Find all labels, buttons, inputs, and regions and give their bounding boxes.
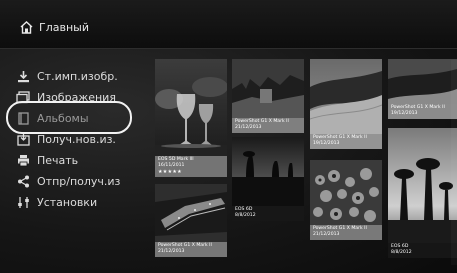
album-caption: PowerShot G1 X Mark II 19/12/2013 bbox=[310, 134, 382, 149]
settings-icon bbox=[16, 195, 30, 209]
album-tile[interactable]: PowerShot G1 X Mark II 19/12/2013 bbox=[388, 59, 457, 119]
album-caption: EOS 6D 8/8/2012 bbox=[388, 243, 457, 258]
album-date: 21/12/2013 bbox=[235, 125, 262, 130]
album-date: 8/8/2012 bbox=[391, 250, 412, 255]
album-caption: PowerShot G1 X Mark II 21/12/2013 bbox=[310, 225, 382, 240]
header-bar: Главный bbox=[0, 0, 457, 49]
menu-item-import[interactable]: Ст.имп.изобр. bbox=[16, 66, 136, 86]
album-tile[interactable]: PowerShot G1 X Mark II 21/12/2013 bbox=[155, 184, 227, 257]
menu-item-share[interactable]: Отпр/получ.из bbox=[16, 171, 136, 191]
grid-scroll-edge bbox=[451, 60, 457, 265]
album-date: 19/12/2013 bbox=[391, 111, 418, 116]
album-date: 8/8/2012 bbox=[235, 213, 256, 218]
menu-item-print[interactable]: Печать bbox=[16, 150, 136, 170]
receive-icon bbox=[16, 132, 30, 146]
page-title: Главный bbox=[39, 21, 89, 34]
album-tile[interactable]: PowerShot G1 X Mark II 19/12/2013 bbox=[310, 59, 382, 149]
album-caption: EOS 5D Mark III 16/11/2011 ★★★★★ bbox=[155, 156, 227, 177]
album-tile[interactable]: EOS 6D 8/8/2012 bbox=[232, 137, 304, 221]
album-caption: PowerShot G1 X Mark II 21/12/2013 bbox=[232, 118, 304, 133]
album-rating: ★★★★★ bbox=[158, 169, 182, 175]
album-tile[interactable]: EOS 6D 8/8/2012 bbox=[388, 128, 457, 258]
album-caption: PowerShot G1 X Mark II 19/12/2013 bbox=[388, 104, 457, 119]
album-tile[interactable]: PowerShot G1 X Mark II 21/12/2013 bbox=[232, 59, 304, 133]
album-date: 21/12/2013 bbox=[158, 249, 185, 254]
album-tile[interactable]: EOS 5D Mark III 16/11/2011 ★★★★★ bbox=[155, 59, 227, 177]
home-icon[interactable] bbox=[20, 21, 33, 34]
album-caption: EOS 6D 8/8/2012 bbox=[232, 206, 304, 221]
app-screen: Главный Ст.имп.изобр. Изображения Альбом… bbox=[0, 0, 457, 273]
selection-highlight bbox=[6, 101, 132, 134]
print-icon bbox=[16, 153, 30, 167]
menu-item-settings[interactable]: Установки bbox=[16, 192, 136, 212]
album-date: 21/12/2013 bbox=[313, 232, 340, 237]
album-caption: PowerShot G1 X Mark II 21/12/2013 bbox=[155, 242, 227, 257]
share-icon bbox=[16, 174, 30, 188]
album-tile[interactable]: PowerShot G1 X Mark II 21/12/2013 bbox=[310, 160, 382, 240]
menu-item-label: Установки bbox=[37, 195, 98, 209]
menu-item-label: Печать bbox=[37, 153, 79, 167]
menu-item-label: Ст.имп.изобр. bbox=[37, 69, 118, 83]
menu-item-label: Отпр/получ.из bbox=[37, 174, 121, 188]
menu-item-label: Получ.нов.из. bbox=[37, 132, 116, 146]
import-icon bbox=[16, 69, 30, 83]
album-date: 19/12/2013 bbox=[313, 141, 340, 146]
album-thumbnail bbox=[388, 128, 457, 258]
